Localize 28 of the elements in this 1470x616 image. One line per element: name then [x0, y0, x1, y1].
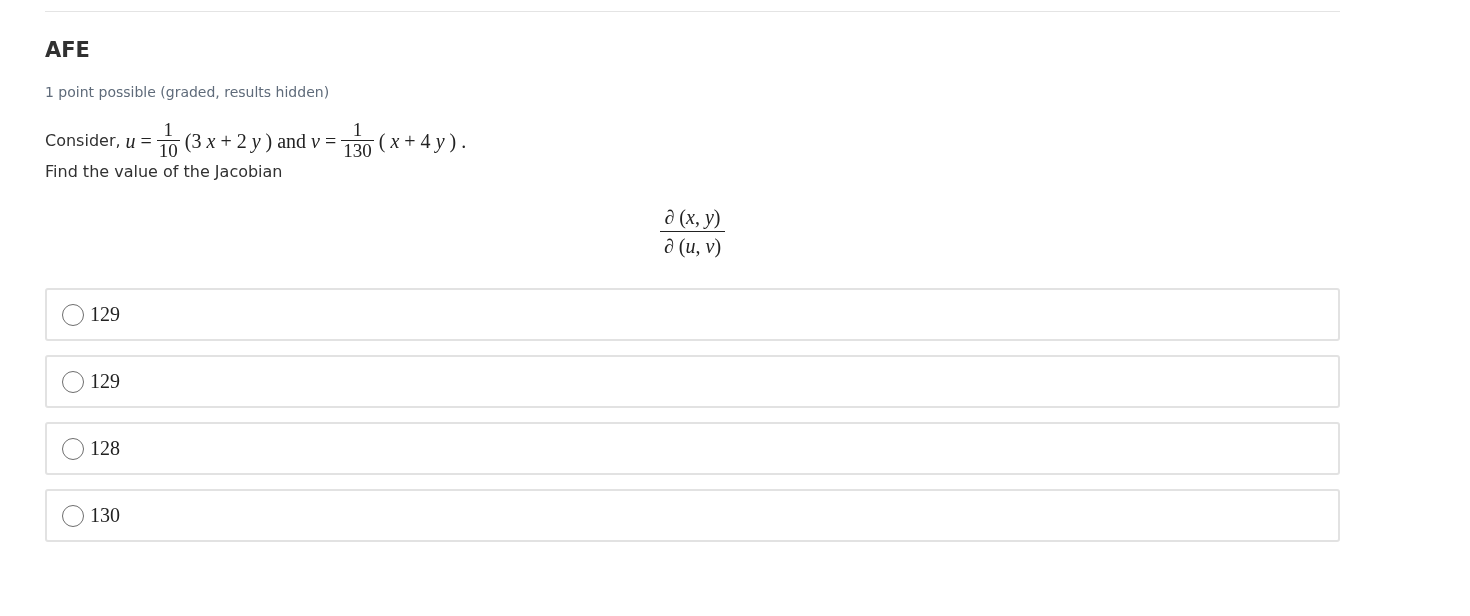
math-variable: x	[390, 129, 400, 152]
answer-option[interactable]: 129	[45, 288, 1340, 341]
fraction-numerator: 1	[162, 120, 175, 140]
answer-option[interactable]: 130	[45, 489, 1340, 542]
math-variable: v	[311, 129, 320, 152]
fraction-numerator: 1	[351, 120, 364, 140]
math-expression: ) .	[449, 129, 467, 152]
math-variable: y	[435, 129, 445, 152]
math-expression: (	[378, 129, 386, 152]
math-variable: u	[125, 129, 136, 152]
problem-title: AFE	[45, 37, 91, 64]
math-expression: + 4	[404, 129, 431, 152]
fraction-denominator: ∂ (u, v)	[659, 231, 726, 260]
question-text: Consider,	[45, 129, 121, 152]
fraction-numerator: ∂ (x, y)	[663, 205, 722, 231]
math-expression: (3	[184, 129, 202, 152]
math-variable: x	[206, 129, 216, 152]
answer-option[interactable]: 129	[45, 355, 1340, 408]
answer-option[interactable]: 128	[45, 422, 1340, 475]
fraction-denominator: 10	[156, 140, 180, 161]
math-expression: + 2	[220, 129, 247, 152]
math-expression: =	[325, 129, 337, 152]
fraction-denominator: 130	[341, 140, 374, 161]
math-variable: y	[251, 129, 261, 152]
math-expression: ) and	[265, 129, 307, 152]
question-text: Find the value of the Jacobian	[45, 161, 283, 183]
points-info: 1 point possible (graded, results hidden)	[45, 83, 331, 102]
math-expression: =	[140, 129, 152, 152]
